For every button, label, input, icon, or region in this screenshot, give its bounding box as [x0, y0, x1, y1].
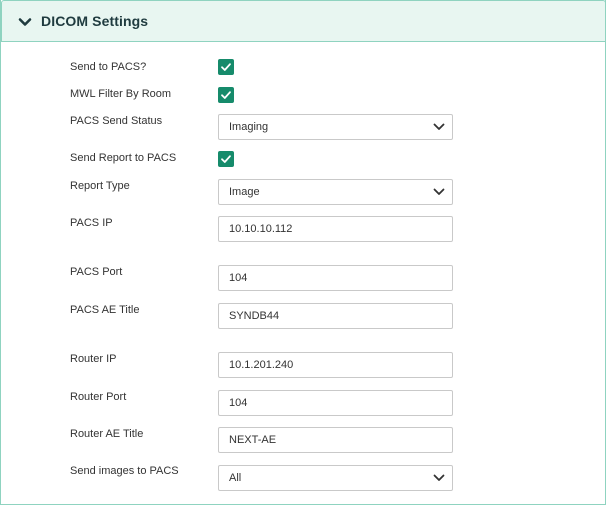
pacs-ip-value: 10.10.10.112 [229, 223, 293, 235]
send-images-to-pacs-select[interactable]: All [218, 465, 453, 491]
pacs-port-label: PACS Port [70, 266, 123, 278]
send-report-to-pacs-checkbox[interactable] [218, 151, 234, 167]
report-type-label: Report Type [70, 180, 130, 192]
router-port-label: Router Port [70, 391, 127, 403]
pacs-send-status-select[interactable]: Imaging [218, 114, 453, 140]
send-images-to-pacs-label: Send images to PACS [70, 465, 179, 477]
panel-header[interactable]: DICOM Settings [1, 0, 606, 42]
pacs-ae-title-label: PACS AE Title [70, 304, 140, 316]
pacs-port-value: 104 [229, 272, 248, 284]
send-report-to-pacs-label: Send Report to PACS [70, 152, 177, 164]
checkmark-icon [221, 155, 231, 163]
pacs-ae-title-input[interactable]: SYNDB44 [218, 303, 453, 329]
chevron-down-icon [433, 123, 445, 130]
pacs-send-status-value: Imaging [229, 121, 269, 133]
mwl-filter-by-room-checkbox[interactable] [218, 87, 234, 103]
router-port-input[interactable]: 104 [218, 390, 453, 416]
chevron-down-icon [433, 188, 445, 195]
pacs-ae-title-value: SYNDB44 [229, 310, 280, 322]
checkmark-icon [221, 91, 231, 99]
pacs-ip-label: PACS IP [70, 217, 113, 229]
send-to-pacs-checkbox[interactable] [218, 59, 234, 75]
pacs-port-input[interactable]: 104 [218, 265, 453, 291]
report-type-select[interactable]: Image [218, 179, 453, 205]
mwl-filter-by-room-label: MWL Filter By Room [70, 88, 172, 100]
router-ip-input[interactable]: 10.1.201.240 [218, 352, 453, 378]
router-ip-label: Router IP [70, 353, 117, 365]
router-port-value: 104 [229, 397, 248, 409]
panel-title: DICOM Settings [41, 13, 149, 29]
router-ae-title-value: NEXT-AE [229, 434, 277, 446]
report-type-value: Image [229, 186, 260, 198]
router-ip-value: 10.1.201.240 [229, 359, 294, 371]
router-ae-title-label: Router AE Title [70, 428, 144, 440]
router-ae-title-input[interactable]: NEXT-AE [218, 427, 453, 453]
send-images-to-pacs-value: All [229, 472, 242, 484]
chevron-down-icon[interactable] [17, 14, 33, 30]
pacs-ip-input[interactable]: 10.10.10.112 [218, 216, 453, 242]
chevron-down-icon [433, 474, 445, 481]
pacs-send-status-label: PACS Send Status [70, 115, 163, 127]
checkmark-icon [221, 63, 231, 71]
send-to-pacs-label: Send to PACS? [70, 61, 147, 73]
dicom-settings-panel: DICOM Settings Send to PACS? MWL Filter … [0, 0, 606, 505]
